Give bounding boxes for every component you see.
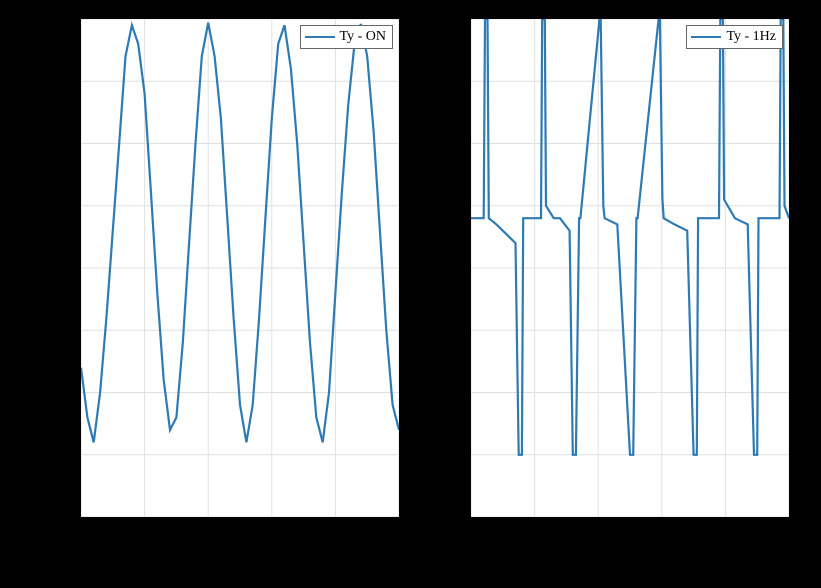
legend-swatch — [305, 36, 335, 38]
ytick: 20 — [56, 10, 72, 28]
ytick: 15 — [446, 73, 462, 91]
ytick: -5 — [56, 322, 69, 340]
xtick: 5 — [783, 520, 791, 538]
ytick: 10 — [56, 135, 72, 153]
xtick: 0 — [466, 520, 474, 538]
ytick: 5 — [454, 197, 462, 215]
xtick: 1 — [529, 520, 537, 538]
xtick: 5 — [393, 520, 401, 538]
xtick: 4 — [330, 520, 338, 538]
legend-label-left: Ty - ON — [340, 29, 386, 45]
legend-label-right: Ty - 1Hz — [726, 29, 776, 45]
ytick: -20 — [48, 508, 69, 526]
legend-right: Ty - 1Hz — [686, 25, 783, 49]
ytick: 10 — [446, 135, 462, 153]
xtick: 0 — [76, 520, 84, 538]
xtick: 1 — [139, 520, 147, 538]
xtick: 2 — [593, 520, 601, 538]
ytick: -10 — [48, 384, 69, 402]
legend-left: Ty - ON — [300, 25, 393, 49]
ytick: 0 — [64, 259, 72, 277]
series-ty-1hz — [471, 19, 789, 455]
xtick: 3 — [656, 520, 664, 538]
xlabel-right: Time [s] — [595, 545, 659, 567]
ytick: -10 — [438, 384, 459, 402]
legend-swatch — [691, 36, 721, 38]
xtick: 3 — [266, 520, 274, 538]
ytick: -15 — [48, 446, 69, 464]
ylabel-left: Torque [Nm] — [28, 231, 50, 330]
ytick: 5 — [64, 197, 72, 215]
grid-left — [81, 19, 399, 517]
ytick: -20 — [438, 508, 459, 526]
chart-right: Ty - 1Hz — [470, 18, 790, 518]
series-ty-on — [81, 23, 399, 443]
ytick: 0 — [454, 259, 462, 277]
xlabel-left: Time [s] — [205, 545, 269, 567]
xtick: 4 — [720, 520, 728, 538]
ytick: -5 — [446, 322, 459, 340]
ytick: 20 — [446, 10, 462, 28]
ytick: -15 — [438, 446, 459, 464]
ylabel-right: Torque [Nm] — [420, 231, 442, 330]
ytick: 15 — [56, 73, 72, 91]
xtick: 2 — [203, 520, 211, 538]
chart-left: Ty - ON — [80, 18, 400, 518]
